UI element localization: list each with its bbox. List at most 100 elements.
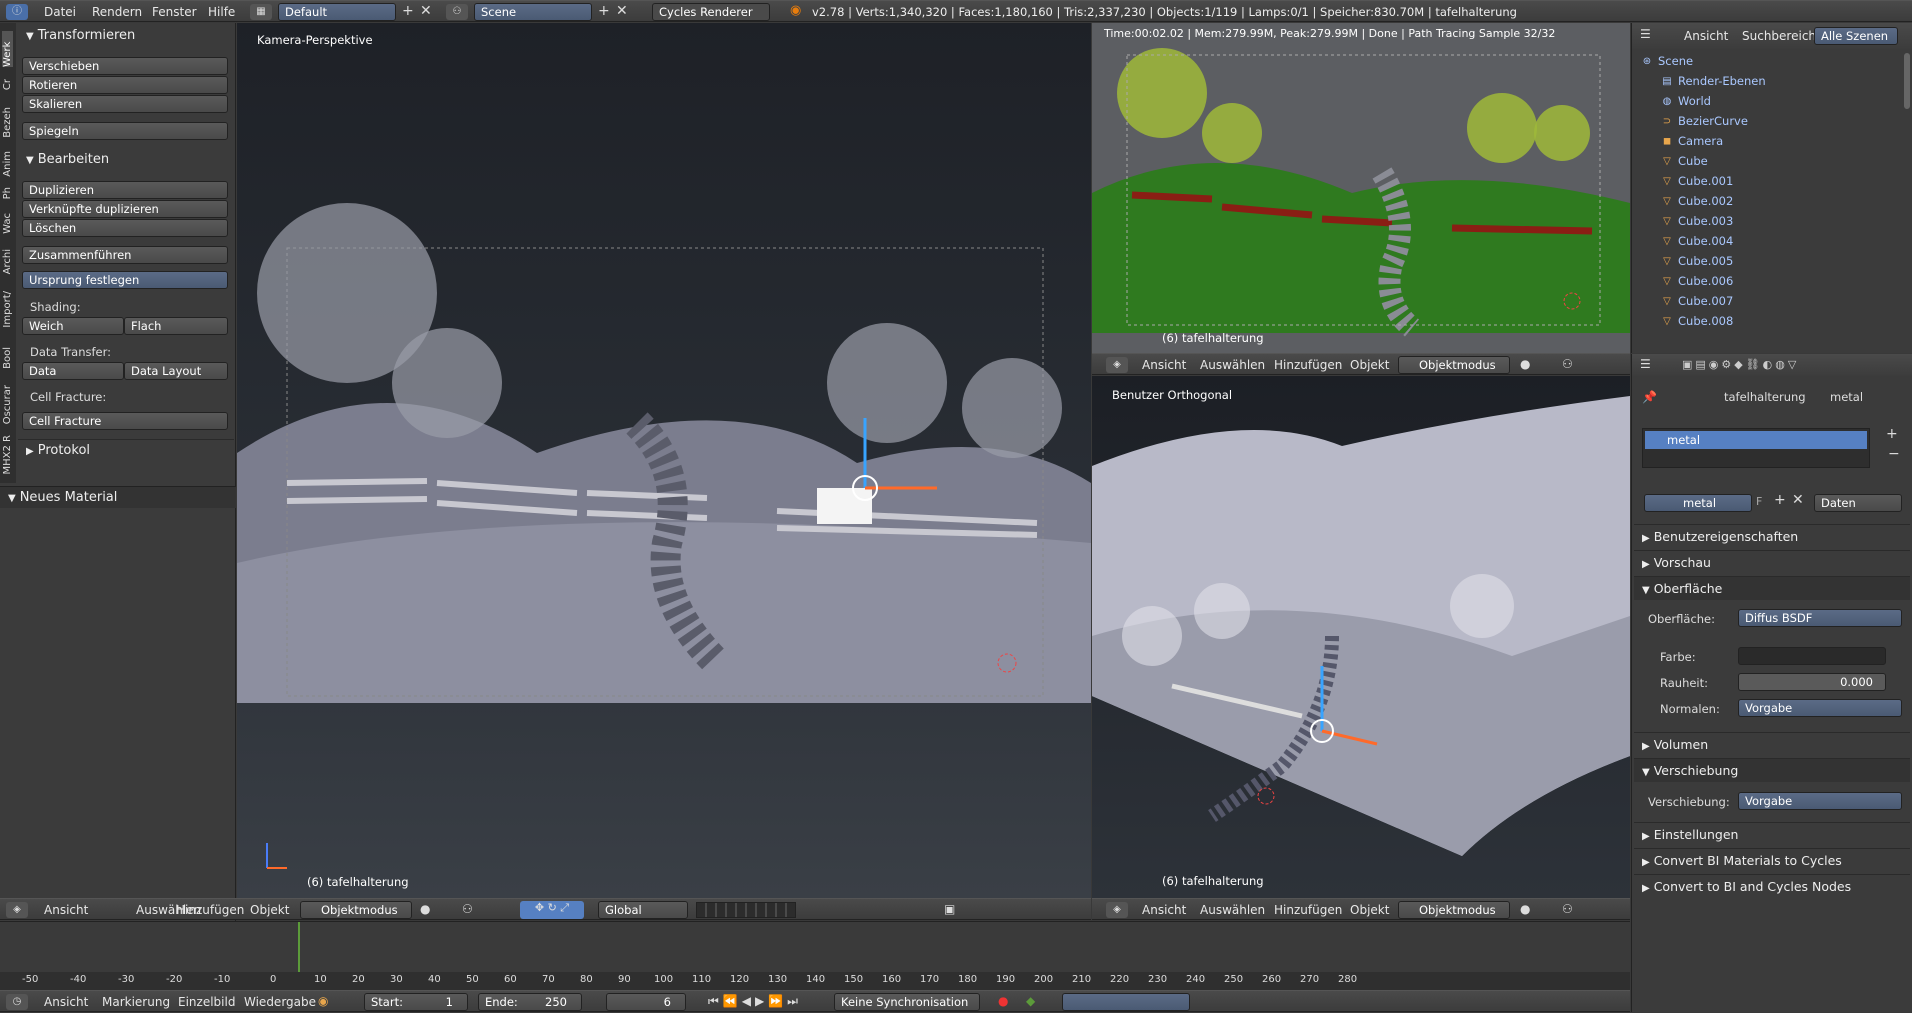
panel-convert-bi-and-cycles[interactable]: ▶ Convert to BI and Cycles Nodes — [1634, 874, 1910, 898]
menu-datei[interactable]: Datei — [44, 1, 76, 21]
scene-icon[interactable]: ⚇ — [446, 4, 468, 20]
menu-select[interactable]: Auswählen — [1200, 899, 1265, 919]
editor-type-icon[interactable]: ◈ — [1106, 357, 1128, 373]
main-viewport[interactable]: Kamera-Perspektive (6) tafelhalterung — [237, 23, 1091, 898]
slot-remove-button[interactable]: − — [1888, 446, 1900, 462]
tab-cr[interactable]: Cr — [2, 79, 13, 90]
tab-anim[interactable]: Anim — [2, 151, 13, 177]
pin-icon[interactable]: 📌 — [1642, 390, 1657, 404]
outliner-item-render-layers[interactable]: ▤ Render-Ebenen — [1660, 71, 1912, 91]
scene-add-button[interactable]: + — [598, 3, 610, 19]
outliner-item-cube-002[interactable]: ▽ Cube.002 — [1660, 191, 1912, 211]
outliner-item-cube-003[interactable]: ▽ Cube.003 — [1660, 211, 1912, 231]
panel-protokoll-header[interactable]: ▶ Protokol — [18, 439, 234, 461]
mode-select[interactable]: Objektmodus — [1398, 901, 1510, 919]
tab-ph[interactable]: Ph — [2, 187, 13, 199]
layout-icon[interactable]: ▦ — [250, 4, 272, 20]
color-field[interactable] — [1738, 647, 1886, 665]
roughness-slider[interactable]: 0.000 — [1738, 673, 1886, 691]
tab-wac[interactable]: Wac — [2, 213, 13, 234]
panel-settings[interactable]: ▶ Einstellungen — [1634, 822, 1910, 846]
outliner-item-world[interactable]: ◍ World — [1660, 91, 1912, 111]
ortho-viewport[interactable]: Benutzer Orthogonal (6) tafelhalterung — [1092, 376, 1630, 898]
outliner-item-cube-006[interactable]: ▽ Cube.006 — [1660, 271, 1912, 291]
tab-oscurar[interactable]: Oscurar — [2, 385, 13, 424]
editor-type-icon[interactable]: ◷ — [6, 994, 28, 1010]
tab-bezeh[interactable]: Bezeh — [2, 107, 13, 138]
outliner-editor-icon[interactable]: ☰ — [1640, 27, 1651, 41]
fake-user-button[interactable]: F — [1756, 495, 1762, 508]
slot-add-button[interactable]: + — [1886, 426, 1898, 442]
delete-button[interactable]: Löschen — [22, 219, 228, 237]
panel-displacement[interactable]: ▼ Verschiebung — [1634, 758, 1910, 782]
menu-view[interactable]: Ansicht — [44, 899, 88, 919]
outliner-item-camera[interactable]: ◼ Camera — [1660, 131, 1912, 151]
menu-object[interactable]: Objekt — [250, 899, 289, 919]
editor-type-icon[interactable]: ◈ — [1106, 902, 1128, 918]
data-button[interactable]: Data — [22, 362, 124, 380]
rotate-button[interactable]: Rotieren — [22, 76, 228, 94]
render-engine-select[interactable]: Cycles Renderer — [652, 3, 770, 21]
playback-controls[interactable]: ⏮⏪◀▶⏩⏭ — [708, 994, 802, 1009]
layout-selector[interactable]: Default — [278, 3, 396, 21]
outliner-item-cube[interactable]: ▽ Cube — [1660, 151, 1912, 171]
mode-select[interactable]: Objektmodus — [1398, 356, 1510, 374]
pivot-icon[interactable]: ⚇ — [1562, 357, 1573, 371]
current-frame-field[interactable]: 6 — [606, 993, 686, 1011]
timeline-menu-view[interactable]: Ansicht — [44, 991, 88, 1011]
timeline-menu-frame[interactable]: Einzelbild — [178, 991, 235, 1011]
material-name-field[interactable]: metal — [1644, 494, 1752, 512]
pivot-icon[interactable]: ⚇ — [1562, 902, 1573, 916]
outliner-item-cube-005[interactable]: ▽ Cube.005 — [1660, 251, 1912, 271]
tab-mhx2[interactable]: MHX2 R — [2, 435, 13, 475]
translate-button[interactable]: Verschieben — [22, 57, 228, 75]
render-viewport[interactable]: Time:00:02.02 | Mem:279.99M, Peak:279.99… — [1092, 23, 1630, 353]
panel-volume[interactable]: ▶ Volumen — [1634, 732, 1910, 756]
surface-shader-select[interactable]: Diffus BSDF — [1738, 609, 1902, 627]
scale-button[interactable]: Skalieren — [22, 95, 228, 113]
menu-view[interactable]: Ansicht — [1142, 354, 1186, 374]
layout-add-button[interactable]: + — [402, 3, 414, 19]
manipulator-icon[interactable]: ✥ ↻ ⤢ — [520, 901, 584, 919]
outliner-item-cube-001[interactable]: ▽ Cube.001 — [1660, 171, 1912, 191]
shading-sphere-icon[interactable]: ● — [1520, 357, 1530, 371]
outliner-menu-view[interactable]: Ansicht — [1684, 23, 1728, 49]
layers-grid[interactable] — [696, 902, 796, 918]
properties-editor-icon[interactable]: ☰ — [1640, 357, 1651, 371]
tab-archi[interactable]: Archi — [2, 249, 13, 274]
link-select[interactable]: Daten — [1814, 494, 1902, 512]
outliner-display-select[interactable]: Alle Szenen — [1814, 27, 1898, 45]
menu-add[interactable]: Hinzufügen — [1274, 354, 1342, 374]
mode-select[interactable]: Objektmodus — [300, 901, 412, 919]
panel-convert-bi-cycles[interactable]: ▶ Convert BI Materials to Cycles — [1634, 848, 1910, 872]
shade-flat-button[interactable]: Flach — [124, 317, 228, 335]
timeline-menu-playback[interactable]: Wiedergabe — [244, 991, 316, 1011]
outliner-item-cube-008[interactable]: ▽ Cube.008 — [1660, 311, 1912, 331]
duplicate-button[interactable]: Duplizieren — [22, 181, 228, 199]
layout-close-button[interactable]: ✕ — [420, 3, 432, 19]
tab-import[interactable]: Import/ — [2, 291, 13, 328]
orientation-select[interactable]: Global — [598, 901, 688, 919]
scene-close-button[interactable]: ✕ — [616, 3, 628, 19]
panel-new-material-header[interactable]: ▼ Neues Material — [0, 486, 236, 508]
outliner-scrollbar[interactable] — [1904, 53, 1910, 109]
panel-surface[interactable]: ▼ Oberfläche — [1634, 576, 1910, 600]
shading-sphere-icon[interactable]: ● — [1520, 902, 1530, 916]
shade-smooth-button[interactable]: Weich — [22, 317, 124, 335]
set-origin-select[interactable]: Ursprung festlegen — [22, 271, 228, 289]
properties-context-tabs[interactable]: ▣▤◉⚙◆⛓◐◍▽ — [1682, 358, 1799, 371]
start-frame-field[interactable]: Start: 1 — [364, 993, 468, 1011]
duplicate-linked-button[interactable]: Verknüpfte duplizieren — [22, 200, 228, 218]
scene-selector[interactable]: Scene — [474, 3, 592, 21]
editor-type-icon[interactable]: ◈ — [6, 902, 28, 918]
keyframe-icon[interactable]: ◆ — [1026, 994, 1035, 1008]
tab-werk[interactable]: Werk — [2, 31, 13, 67]
menu-add[interactable]: Hinzufügen — [176, 899, 244, 919]
end-frame-field[interactable]: Ende: 250 — [478, 993, 582, 1011]
tab-bool[interactable]: Bool — [2, 347, 13, 369]
displacement-select[interactable]: Vorgabe — [1738, 792, 1902, 810]
timeline-menu-marker[interactable]: Markierung — [102, 991, 170, 1011]
timeline-current-frame[interactable] — [298, 922, 300, 974]
menu-add[interactable]: Hinzufügen — [1274, 899, 1342, 919]
menu-object[interactable]: Objekt — [1350, 899, 1389, 919]
